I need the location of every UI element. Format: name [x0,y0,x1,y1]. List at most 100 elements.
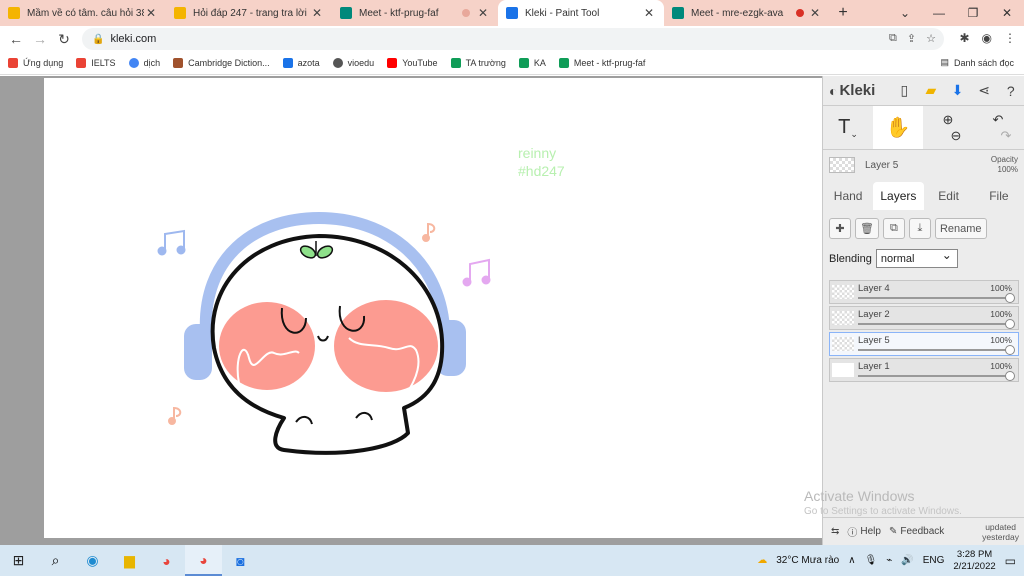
menu-icon[interactable]: ⋮ [1004,31,1016,45]
bookmark-apps[interactable]: Ứng dụng [8,58,63,68]
close-icon[interactable]: ✕ [642,6,656,20]
redo-icon[interactable]: ↷ [1001,128,1012,144]
help-circle-icon[interactable]: ? [997,83,1024,99]
bookmark-item[interactable]: Meet - ktf-prug-faf [558,58,645,68]
tool-row: T ⌄ ✋ ⊕ ⊖ ↶ ↷ [823,106,1024,150]
blending-select[interactable]: normal [875,248,958,268]
undo-icon[interactable]: ↶ [993,112,1004,128]
bookmark-star-icon[interactable]: ☆ [926,32,936,45]
layer-opacity-knob[interactable] [1005,345,1015,355]
close-icon[interactable]: ✕ [144,6,158,20]
tab-title: Kleki - Paint Tool [525,7,600,19]
bookmark-item[interactable]: vioedu [332,58,374,68]
layer-item-active[interactable]: Layer 5 100% [829,332,1019,356]
layer-item[interactable]: Layer 1 100% [829,358,1019,382]
delete-layer-button[interactable]: 🗑 [855,218,879,239]
microphone-icon[interactable]: 🎙 [865,555,878,566]
tab-search-icon[interactable]: ⌄ [888,0,922,26]
window-close-icon[interactable]: ✕ [990,0,1024,26]
update-status[interactable]: updated yesterday [982,522,1019,542]
hand-tool-button[interactable]: ✋ [873,106,923,149]
help-link[interactable]: ⓘ Help [847,524,881,539]
reload-icon[interactable]: ↻ [52,31,76,48]
layer-opacity-slider[interactable] [858,375,1012,377]
browser-tab-active[interactable]: Kleki - Paint Tool ✕ [498,0,664,26]
layer-opacity-knob[interactable] [1005,319,1015,329]
swap-icon[interactable]: ⇆ [831,526,839,537]
layer-opacity-knob[interactable] [1005,293,1015,303]
reading-list[interactable]: ▤ Danh sách đọc [940,57,1014,68]
layer-item[interactable]: Layer 4 100% [829,280,1019,304]
new-tab-button[interactable]: + [830,0,856,26]
network-icon[interactable]: ⌁ [886,555,892,566]
duplicate-layer-button[interactable]: ⧉ [882,218,905,239]
language-indicator[interactable]: ENG [923,555,945,566]
browser-tab[interactable]: Hỏi đáp 247 - trang tra lời ✕ [166,0,332,26]
forward-icon[interactable]: → [28,31,52,47]
chrome-icon[interactable]: ◕ [148,545,185,576]
close-icon[interactable]: ✕ [310,6,324,20]
bookmark-item[interactable]: Cambridge Diction... [173,58,270,68]
back-icon[interactable]: ← [4,31,28,47]
bookmark-favicon-icon [173,58,184,68]
file-explorer-icon[interactable]: ▆ [111,545,148,576]
close-icon[interactable]: ✕ [808,6,822,20]
text-tool-button[interactable]: T ⌄ [823,106,873,149]
address-bar[interactable]: 🔒 kleki.com ⧉ ⇪ ☆ [82,28,944,50]
browser-tab[interactable]: Meet - mre-ezgk-ava ✕ [664,0,830,26]
layer-buttons: ✚ 🗑 ⧉ ⤓ Rename [823,210,1024,247]
extensions-icon[interactable]: ✱ [959,31,969,45]
tab-hand[interactable]: Hand [823,182,873,210]
share-icon[interactable]: ⋖ [971,82,998,99]
profile-avatar[interactable]: ◉ [982,31,992,45]
new-image-icon[interactable]: ▯ [891,82,918,99]
music-note-purple [462,258,491,287]
tab-file[interactable]: File [974,182,1024,210]
share-icon[interactable]: ⇪ [907,32,916,45]
merge-layer-button[interactable]: ⤓ [908,218,931,239]
clock[interactable]: 3:28 PM 2/21/2022 [953,549,995,573]
feedback-link[interactable]: ✎ Feedback [889,526,944,537]
download-icon[interactable]: ⬇ [944,82,971,99]
kleki-logo[interactable]: ◐ Kleki [829,82,891,99]
tab-title: Mầm về có tâm. câu hỏi 386 [27,7,144,19]
bookmark-item[interactable]: YouTube [387,58,438,68]
browser-tab[interactable]: Mầm về có tâm. câu hỏi 386 ✕ [0,0,166,26]
tab-layers[interactable]: Layers [873,182,924,210]
layer-opacity-slider[interactable] [858,323,1012,325]
zoom-out-icon[interactable]: ⊖ [951,128,962,144]
bookmark-item[interactable]: dịch [128,58,160,68]
browser-tab[interactable]: Meet - ktf-prug-faf ✕ [332,0,498,26]
tray-chevron-icon[interactable]: ∧ [848,555,855,566]
layer-item[interactable]: Layer 2 100% [829,306,1019,330]
translate-icon[interactable]: ⧉ [889,32,897,45]
layer-opacity-slider[interactable] [858,349,1012,351]
bookmark-item[interactable]: azota [282,58,320,68]
minimize-icon[interactable]: — [922,0,956,26]
volume-icon[interactable]: 🔊 [901,555,913,566]
drawing-canvas[interactable]: reinny #hd247 [44,78,822,538]
layer-opacity-slider[interactable] [858,297,1012,299]
zalo-icon[interactable]: ◙ [222,545,259,576]
start-button[interactable]: ⊞ [0,545,37,576]
rename-layer-button[interactable]: Rename [934,218,987,239]
lock-icon[interactable]: 🔒 [92,34,104,45]
bookmark-item[interactable]: IELTS [76,58,116,68]
open-folder-icon[interactable]: ▰ [918,82,945,99]
bookmark-item[interactable]: KA [518,58,546,68]
add-layer-button[interactable]: ✚ [829,218,851,239]
bookmark-favicon-icon [450,58,461,68]
restore-icon[interactable]: ❐ [956,0,990,26]
tab-title: Meet - mre-ezgk-ava [691,7,784,19]
bookmark-item[interactable]: TA trường [450,58,506,68]
weather-icon[interactable]: ☁ [757,555,767,566]
layer-opacity-knob[interactable] [1005,371,1015,381]
edge-icon[interactable]: ◉ [74,545,111,576]
notifications-icon[interactable]: ▭ [1005,554,1016,568]
chrome-active-icon[interactable]: ◕ [185,545,222,576]
weather-text[interactable]: 32°C Mưa rào [776,555,839,566]
zoom-in-icon[interactable]: ⊕ [943,112,954,128]
tab-edit[interactable]: Edit [924,182,974,210]
search-icon[interactable]: ⌕ [37,545,74,576]
close-icon[interactable]: ✕ [476,6,490,20]
